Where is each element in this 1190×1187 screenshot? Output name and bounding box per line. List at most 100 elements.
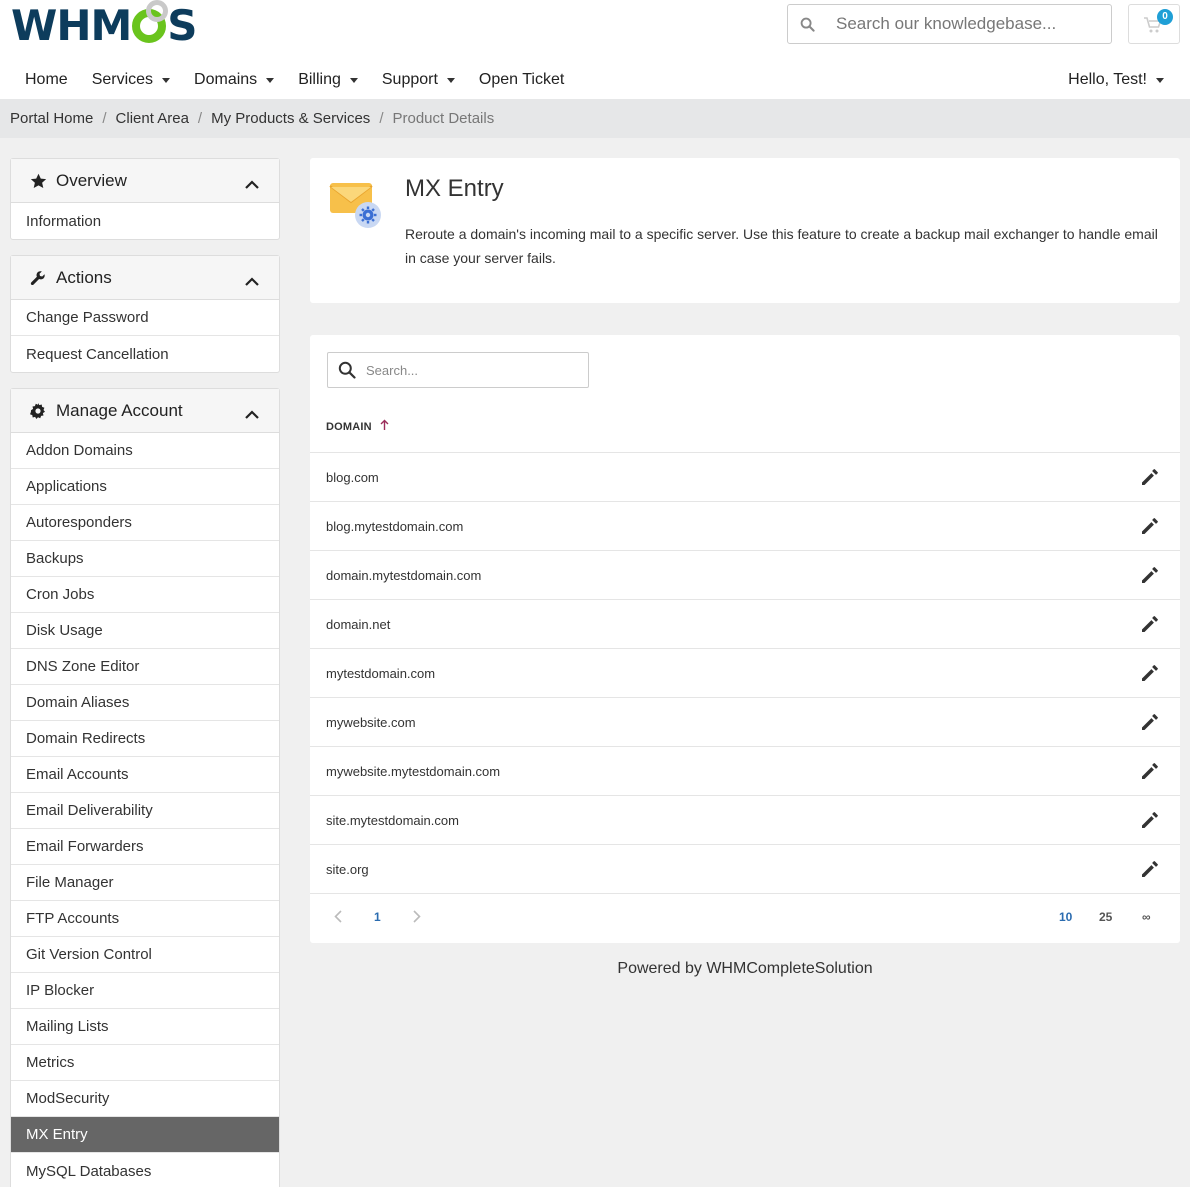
cart-button[interactable]: 0 [1128, 4, 1180, 44]
nav-label: Services [91, 71, 154, 88]
edit-pencil-icon[interactable] [1140, 761, 1160, 781]
sidebar-item-ip-blocker[interactable]: IP Blocker [11, 973, 279, 1009]
edit-pencil-icon[interactable] [1140, 467, 1160, 487]
edit-pencil-icon[interactable] [1140, 810, 1160, 830]
nav-label: Domains [194, 71, 258, 88]
pagination: 1 10 25 ∞ [310, 901, 1180, 935]
domain-cell: domain.mytestdomain.com [326, 567, 482, 583]
sidebar-item-information[interactable]: Information [11, 203, 279, 239]
manage-account-panel: Manage Account Addon Domains Applications… [10, 388, 280, 1187]
breadcrumb-my-products[interactable]: My Products & Services [211, 110, 370, 127]
manage-account-list: Addon Domains Applications Autoresponders B… [11, 433, 279, 1187]
breadcrumb-current: Product Details [392, 110, 495, 127]
search-icon [788, 17, 826, 32]
whmcs-logo[interactable]: WHM S [11, 1, 198, 50]
table-row: domain.net [310, 600, 1180, 649]
sidebar-item-modsecurity[interactable]: ModSecurity [11, 1081, 279, 1117]
page-title: MX Entry [405, 175, 504, 202]
page-size-all[interactable]: ∞ [1142, 910, 1151, 924]
nav-open-ticket[interactable]: Open Ticket [467, 71, 576, 89]
sidebar-item-backups[interactable]: Backups [11, 541, 279, 577]
nav-billing[interactable]: Billing [286, 71, 370, 89]
sidebar-item-domain-aliases[interactable]: Domain Aliases [11, 685, 279, 721]
caret-down-icon [266, 77, 275, 83]
user-menu[interactable]: Hello, Test! [1068, 62, 1164, 98]
sidebar-item-addon-domains[interactable]: Addon Domains [11, 433, 279, 469]
previous-page-icon[interactable] [334, 910, 342, 928]
chevron-up-icon[interactable] [245, 174, 259, 194]
sidebar-item-email-deliverability[interactable]: Email Deliverability [11, 793, 279, 829]
page-size-25[interactable]: 25 [1099, 910, 1112, 924]
nav-services[interactable]: Services [80, 71, 182, 89]
nav-label: Open Ticket [478, 71, 565, 88]
edit-pencil-icon[interactable] [1140, 565, 1160, 585]
breadcrumb-portal-home[interactable]: Portal Home [10, 110, 93, 127]
main-nav: Home Services Domains Billing Support Op… [0, 62, 576, 98]
manage-account-panel-title: Manage Account [56, 400, 183, 420]
next-page-icon[interactable] [413, 910, 421, 928]
chevron-up-icon[interactable] [245, 271, 259, 291]
sidebar-item-ftp-accounts[interactable]: FTP Accounts [11, 901, 279, 937]
edit-pencil-icon[interactable] [1140, 859, 1160, 879]
nav-home[interactable]: Home [0, 71, 80, 89]
star-icon [30, 173, 48, 189]
breadcrumb: Portal Home / Client Area / My Products … [0, 99, 1190, 138]
edit-pencil-icon[interactable] [1140, 712, 1160, 732]
page-number[interactable]: 1 [374, 910, 381, 924]
table-row: site.org [310, 845, 1180, 894]
column-header-domain[interactable]: DOMAIN [326, 419, 389, 434]
nav-domains[interactable]: Domains [182, 71, 286, 89]
knowledgebase-search[interactable] [787, 4, 1112, 44]
sidebar-item-mx-entry[interactable]: MX Entry [11, 1117, 279, 1153]
sidebar-item-email-forwarders[interactable]: Email Forwarders [11, 829, 279, 865]
domain-cell: domain.net [326, 616, 391, 632]
domain-cell: mytestdomain.com [326, 665, 436, 681]
caret-down-icon [446, 77, 455, 83]
sidebar-item-applications[interactable]: Applications [11, 469, 279, 505]
table-row: domain.mytestdomain.com [310, 551, 1180, 600]
page-header-card: MX Entry Reroute a domain's incoming mai… [310, 158, 1180, 303]
sidebar-item-disk-usage[interactable]: Disk Usage [11, 613, 279, 649]
domain-cell: mywebsite.mytestdomain.com [326, 763, 501, 779]
caret-down-icon [1156, 77, 1164, 83]
sidebar-item-dns-zone-editor[interactable]: DNS Zone Editor [11, 649, 279, 685]
edit-pencil-icon[interactable] [1140, 663, 1160, 683]
logo-small-gear-icon [146, 0, 168, 22]
overview-panel-header[interactable]: Overview [11, 159, 279, 203]
sidebar-item-autoresponders[interactable]: Autoresponders [11, 505, 279, 541]
breadcrumb-separator: / [379, 110, 384, 127]
sidebar-item-git-version-control[interactable]: Git Version Control [11, 937, 279, 973]
user-greeting: Hello, Test! [1068, 71, 1147, 88]
nav-label: Billing [298, 71, 341, 88]
breadcrumb-client-area[interactable]: Client Area [116, 110, 189, 127]
manage-account-panel-header[interactable]: Manage Account [11, 389, 279, 433]
logo-text-right: S [167, 1, 197, 50]
sidebar-item-mailing-lists[interactable]: Mailing Lists [11, 1009, 279, 1045]
domain-cell: site.org [326, 861, 369, 877]
domain-cell: blog.mytestdomain.com [326, 518, 464, 534]
chevron-up-icon[interactable] [245, 404, 259, 424]
sidebar-item-email-accounts[interactable]: Email Accounts [11, 757, 279, 793]
sidebar-item-metrics[interactable]: Metrics [11, 1045, 279, 1081]
sidebar-item-cron-jobs[interactable]: Cron Jobs [11, 577, 279, 613]
sidebar-item-domain-redirects[interactable]: Domain Redirects [11, 721, 279, 757]
actions-panel-header[interactable]: Actions [11, 256, 279, 300]
breadcrumb-separator: / [102, 110, 107, 127]
edit-pencil-icon[interactable] [1140, 614, 1160, 634]
table-row: mywebsite.com [310, 698, 1180, 747]
table-search[interactable] [327, 352, 589, 388]
sidebar-item-file-manager[interactable]: File Manager [11, 865, 279, 901]
nav-support[interactable]: Support [370, 71, 467, 89]
page-size-10[interactable]: 10 [1059, 910, 1072, 924]
sidebar-item-change-password[interactable]: Change Password [11, 300, 279, 336]
gear-icon [30, 402, 48, 419]
edit-pencil-icon[interactable] [1140, 516, 1160, 536]
knowledgebase-search-input[interactable] [826, 14, 1096, 34]
actions-panel: Actions Change Password Request Cancella… [10, 255, 280, 373]
sidebar-item-request-cancellation[interactable]: Request Cancellation [11, 336, 279, 372]
wrench-icon [30, 270, 48, 286]
sidebar-item-mysql-databases[interactable]: MySQL Databases [11, 1153, 279, 1187]
nav-label: Support [381, 71, 438, 88]
table-search-input[interactable] [366, 362, 576, 378]
footer-credit: Powered by WHMCompleteSolution [617, 960, 873, 977]
